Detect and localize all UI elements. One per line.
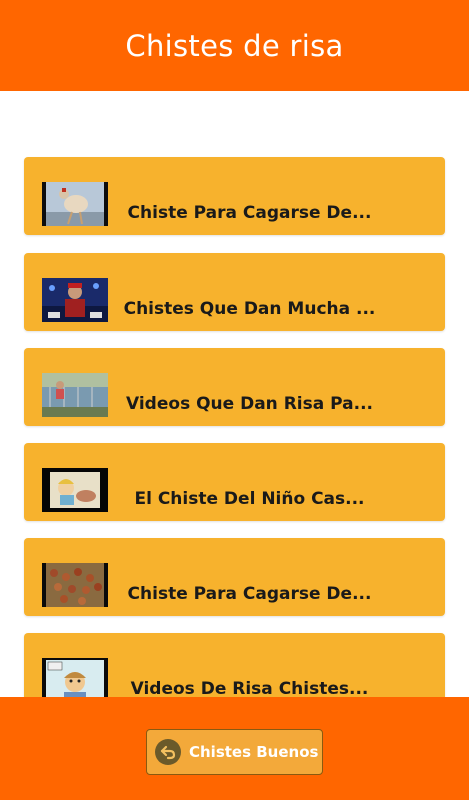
video-title: Videos Que Dan Risa Pa... (126, 394, 373, 414)
video-title: El Chiste Del Niño Cas... (134, 489, 365, 509)
back-arrow-icon (155, 739, 181, 765)
video-item[interactable]: El Chiste Del Niño Cas... (24, 443, 445, 521)
video-item[interactable]: Chiste Para Cagarse De... (24, 538, 445, 616)
footer-bar: Chistes Buenos (0, 697, 469, 800)
video-title: Chistes Que Dan Mucha ... (123, 299, 376, 319)
video-list[interactable]: Chiste Para Cagarse De... Chistes Que Da… (0, 91, 469, 697)
video-item[interactable]: Videos Que Dan Risa Pa... (24, 348, 445, 426)
video-item[interactable]: Chistes Que Dan Mucha ... (24, 253, 445, 331)
chistes-buenos-label: Chistes Buenos (189, 743, 319, 761)
app-title: Chistes de risa (125, 28, 344, 63)
video-title: Chiste Para Cagarse De... (127, 203, 372, 223)
app-header: Chistes de risa (0, 0, 469, 91)
video-title: Chiste Para Cagarse De... (127, 584, 372, 604)
video-item[interactable]: Chiste Para Cagarse De... (24, 157, 445, 235)
video-title: Videos De Risa Chistes... (130, 679, 369, 697)
chistes-buenos-button[interactable]: Chistes Buenos (146, 729, 323, 775)
video-item[interactable]: Videos De Risa Chistes... (24, 633, 445, 697)
